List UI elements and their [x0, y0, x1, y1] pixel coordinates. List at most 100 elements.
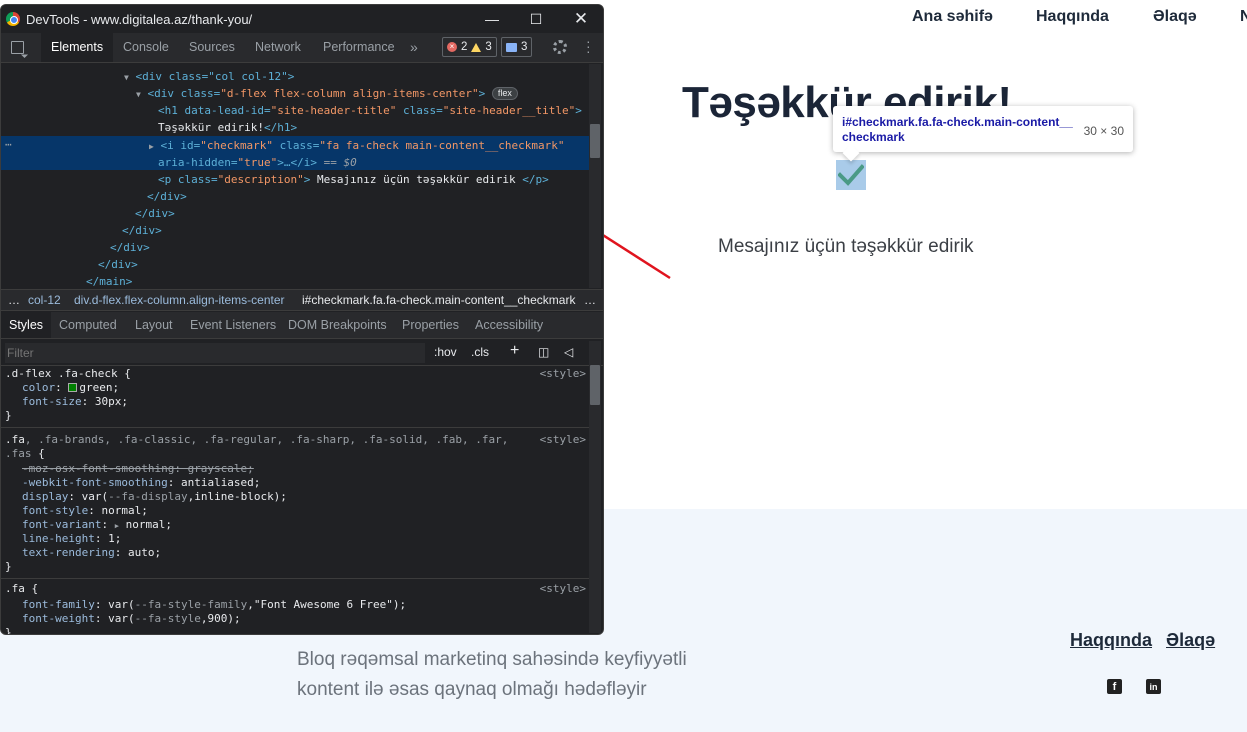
styles-filter-input[interactable] [5, 343, 425, 363]
nav-home-link[interactable]: Ana səhifə [912, 8, 993, 26]
hov-button[interactable]: :hov [434, 345, 457, 359]
check-icon [838, 164, 864, 186]
tab-layout[interactable]: Layout [135, 312, 173, 338]
style-rule-source[interactable]: <style> [540, 367, 586, 381]
dom-close-div[interactable]: </div> [135, 205, 175, 222]
style-rule-selector-cont[interactable]: .fas { [5, 447, 45, 461]
css-var: --fa-style [134, 612, 201, 625]
dom-close-div[interactable]: </div> [122, 222, 162, 239]
dom-i-id: "checkmark" [200, 139, 274, 152]
tab-elements[interactable]: Elements [41, 33, 114, 62]
style-property[interactable]: font-style: normal; [22, 504, 148, 518]
dom-h1-attr-value: "site-header-title" [270, 104, 397, 117]
prop-name: -webkit-font-smoothing [22, 476, 168, 489]
dom-h1-text: Təşəkkür edirik! [158, 121, 264, 134]
tab-sources[interactable]: Sources [189, 33, 235, 62]
tab-styles[interactable]: Styles [1, 312, 52, 338]
toggle-sidebar-icon[interactable]: ◁ [564, 345, 573, 359]
dom-node-p[interactable]: <p class="description"> Mesajınız üçün t… [158, 171, 549, 188]
dom-close-div[interactable]: </div> [110, 239, 150, 256]
tab-dom-breakpoints[interactable]: DOM Breakpoints [288, 312, 387, 338]
prop-value: var( [108, 612, 135, 625]
facebook-icon[interactable]: f [1107, 679, 1122, 694]
style-property-overridden[interactable]: -moz-osx-font-smoothing: grayscale; [22, 462, 254, 476]
rule-close-brace: } [5, 626, 12, 635]
style-property[interactable]: line-height: 1; [22, 532, 121, 546]
css-var: --fa-display [108, 490, 188, 503]
style-rule-source[interactable]: <style> [540, 433, 586, 447]
dom-node-h1-text[interactable]: Təşəkkür edirik!</h1> [158, 119, 297, 136]
breadcrumb-flex[interactable]: div.d-flex.flex-column.align-items-cente… [74, 290, 285, 310]
style-property[interactable]: display: var(--fa-display,inline-block); [22, 490, 287, 504]
style-rule-source[interactable]: <style> [540, 582, 586, 596]
close-icon[interactable]: ✕ [571, 9, 591, 29]
rule-close-brace: } [5, 409, 12, 422]
error-count: 2 [461, 41, 468, 53]
element-state-icon[interactable]: ◫ [538, 345, 549, 359]
dom-node-h1[interactable]: <h1 data-lead-id="site-header-title" cla… [158, 102, 582, 119]
issues-counter[interactable]: × 2 3 [442, 37, 497, 57]
prop-value: antialiased; [180, 476, 261, 489]
settings-gear-icon[interactable] [553, 40, 567, 54]
tab-console[interactable]: Console [123, 33, 169, 62]
tab-accessibility[interactable]: Accessibility [475, 312, 543, 338]
footer-contact-link[interactable]: Əlaqə [1166, 630, 1215, 651]
collapse-triangle-icon[interactable]: ▼ [124, 73, 129, 82]
dom-close-main[interactable]: </main> [86, 273, 132, 290]
devtools-window: DevTools - www.digitalea.az/thank-you/ —… [0, 4, 604, 635]
new-style-rule-icon[interactable]: + [510, 342, 519, 360]
minimize-icon[interactable]: — [482, 9, 502, 29]
dom-h1-class-attr: class= [396, 104, 443, 117]
breadcrumb-more[interactable]: … [8, 290, 20, 310]
node-actions-icon[interactable]: ⋯ [5, 136, 12, 153]
prop-name: font-family [22, 598, 95, 611]
expand-triangle-icon[interactable]: ▶ [149, 142, 154, 151]
dom-node-checkmark[interactable]: ▶ <i id="checkmark" class="fa fa-check m… [149, 137, 564, 154]
style-property[interactable]: font-family: var(--fa-style-family,"Font… [22, 598, 406, 612]
styles-scroll-thumb[interactable] [590, 365, 600, 405]
collapse-triangle-icon[interactable]: ▼ [136, 90, 141, 99]
tab-network[interactable]: Network [255, 33, 301, 62]
style-rule-selector[interactable]: .fa { [5, 582, 38, 596]
inspect-element-icon[interactable] [11, 41, 24, 54]
expand-triangle-icon[interactable]: ▶ [115, 522, 119, 530]
maximize-icon[interactable]: ☐ [526, 9, 546, 29]
breadcrumb-more-end[interactable]: … [584, 290, 596, 310]
dom-close-div[interactable]: </div> [147, 188, 187, 205]
dom-node-col[interactable]: ▼ <div class="col col-12"> [124, 68, 294, 85]
tab-event-listeners[interactable]: Event Listeners [190, 312, 276, 338]
more-options-icon[interactable]: · · · [586, 34, 591, 58]
message-count: 3 [521, 41, 528, 53]
style-property[interactable]: font-weight: var(--fa-style,900); [22, 612, 241, 626]
devtools-titlebar: DevTools - www.digitalea.az/thank-you/ —… [1, 5, 603, 33]
nav-contact-link[interactable]: Əlaqə [1153, 8, 1197, 26]
dom-scroll-thumb[interactable] [590, 124, 600, 158]
color-swatch[interactable] [68, 383, 78, 392]
dom-close-div[interactable]: </div> [98, 256, 138, 273]
style-rule-selector[interactable]: .fa, .fa-brands, .fa-classic, .fa-regula… [5, 433, 508, 447]
style-property[interactable]: color: green; [22, 381, 119, 395]
style-property[interactable]: font-variant: ▶ normal; [22, 518, 172, 532]
style-property[interactable]: text-rendering: auto; [22, 546, 161, 560]
tab-properties[interactable]: Properties [402, 312, 459, 338]
messages-counter[interactable]: 3 [501, 37, 533, 57]
breadcrumb-checkmark[interactable]: i#checkmark.fa.fa-check.main-content__ch… [302, 290, 575, 310]
tab-computed[interactable]: Computed [59, 312, 117, 338]
more-tabs-icon[interactable]: » [410, 33, 418, 62]
style-rule-selector[interactable]: .d-flex .fa-check { [5, 367, 131, 381]
breadcrumb-col[interactable]: col-12 [28, 290, 61, 310]
dom-i-aria-value: "true" [237, 156, 278, 169]
style-property[interactable]: -webkit-font-smoothing: antialiased; [22, 476, 260, 490]
nav-about-link[interactable]: Haqqında [1036, 8, 1109, 26]
linkedin-icon[interactable]: in [1146, 679, 1161, 694]
cls-button[interactable]: .cls [471, 345, 489, 359]
footer-about-link[interactable]: Haqqında [1070, 630, 1152, 651]
flex-badge[interactable]: flex [491, 87, 518, 100]
dom-node-flex[interactable]: ▼ <div class="d-flex flex-column align-i… [136, 85, 518, 102]
styles-scrollbar[interactable] [589, 341, 601, 633]
tab-performance[interactable]: Performance [323, 33, 395, 62]
style-property[interactable]: font-size: 30px; [22, 395, 128, 409]
dom-node-checkmark-cont[interactable]: aria-hidden="true">…</i> == $0 [158, 154, 357, 171]
nav-more-link[interactable]: N [1240, 8, 1247, 26]
dom-scrollbar[interactable] [589, 64, 601, 288]
